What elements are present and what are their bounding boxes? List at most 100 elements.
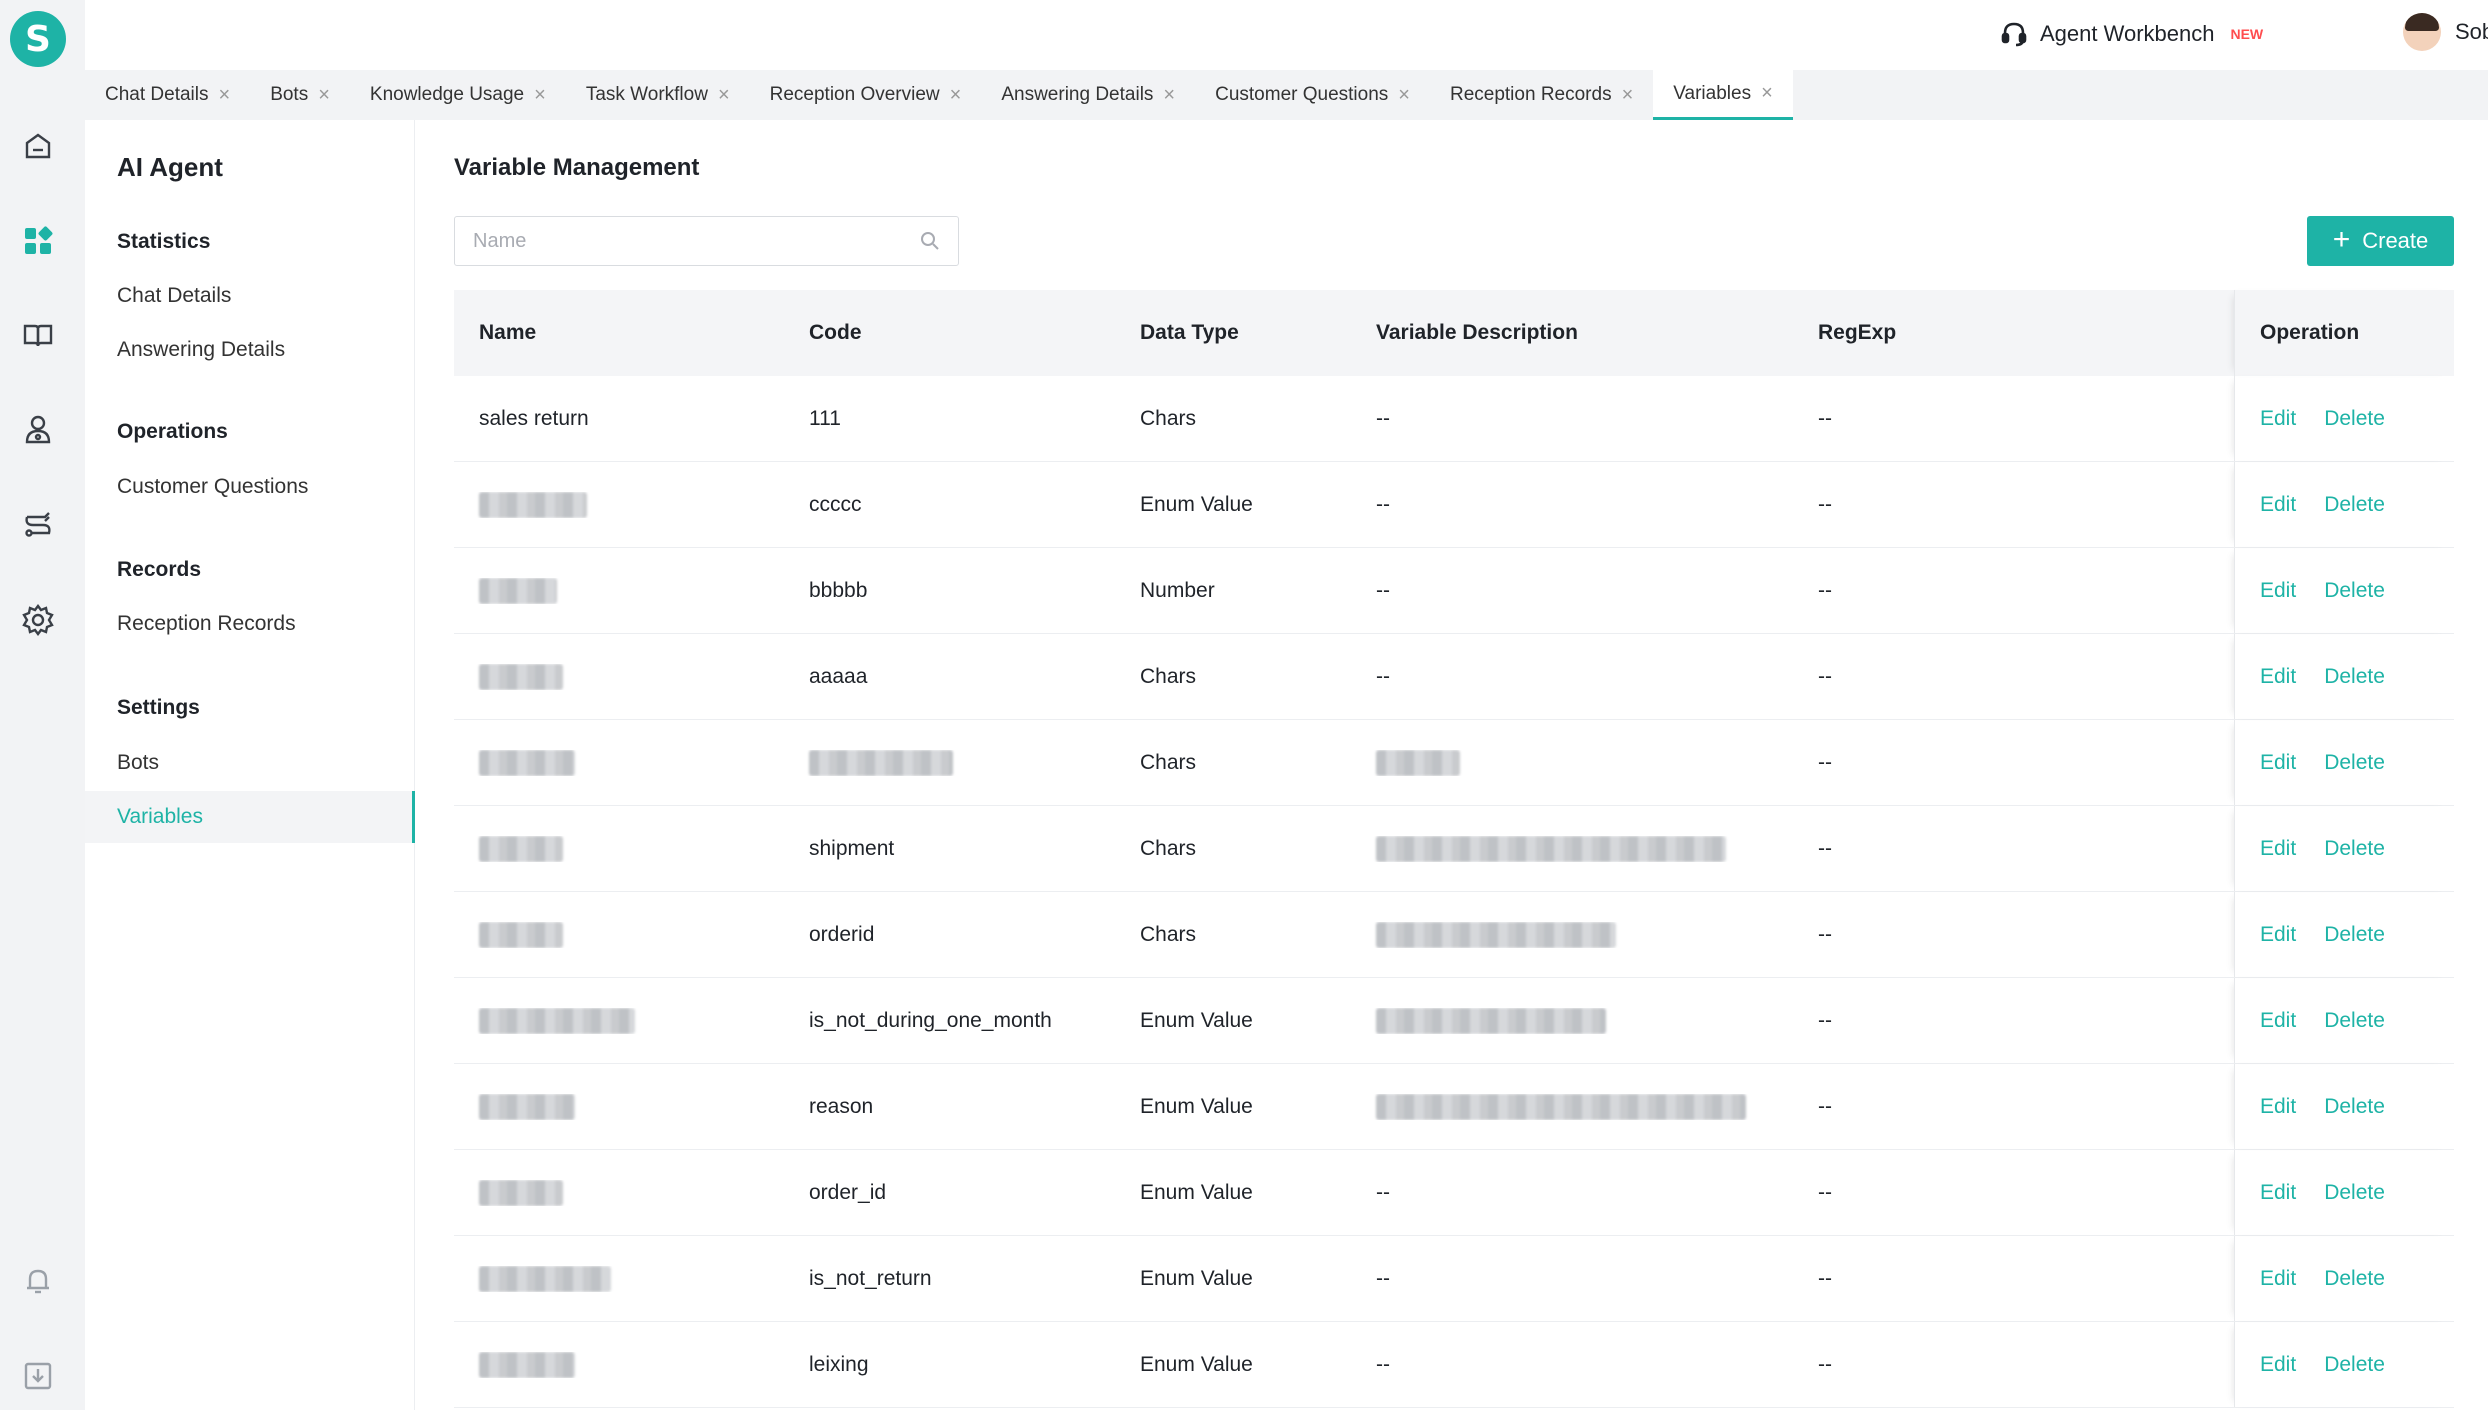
delete-link[interactable]: Delete <box>2324 1267 2385 1291</box>
edit-link[interactable]: Edit <box>2260 837 2296 861</box>
table-header: Name Code Data Type Variable Description… <box>454 290 2454 376</box>
edit-link[interactable]: Edit <box>2260 665 2296 689</box>
cell-name <box>454 1007 784 1034</box>
tab-label: Customer Questions <box>1215 84 1389 105</box>
user-name: Sobot <box>2455 19 2488 44</box>
cell-data-type: Enum Value <box>1140 1352 1253 1376</box>
dashboard-icon[interactable] <box>19 222 57 260</box>
search-box <box>454 216 959 266</box>
cell-operation: Edit Delete <box>2234 462 2454 547</box>
cell-data-type: Enum Value <box>1140 1094 1253 1118</box>
sidebar-item-customer-questions[interactable]: Customer Questions <box>85 461 415 513</box>
sidebar-title: AI Agent <box>117 152 223 182</box>
cell-regexp: -- <box>1818 664 1832 688</box>
sidebar-item-chat-details[interactable]: Chat Details <box>85 270 415 322</box>
edit-link[interactable]: Edit <box>2260 751 2296 775</box>
user-bot-icon[interactable] <box>19 411 57 449</box>
close-icon[interactable]: × <box>1761 82 1773 105</box>
close-icon[interactable]: × <box>950 84 962 107</box>
close-icon[interactable]: × <box>718 84 730 107</box>
create-button[interactable]: + Create <box>2307 216 2454 266</box>
column-header-code: Code <box>809 321 862 344</box>
delete-link[interactable]: Delete <box>2324 407 2385 431</box>
close-icon[interactable]: × <box>219 84 231 107</box>
close-icon[interactable]: × <box>534 84 546 107</box>
tab-label: Reception Overview <box>769 84 940 105</box>
cell-name <box>454 577 784 604</box>
cell-regexp: -- <box>1818 1266 1832 1290</box>
edit-link[interactable]: Edit <box>2260 1009 2296 1033</box>
edit-link[interactable]: Edit <box>2260 1181 2296 1205</box>
table-row: ccccc Enum Value -- -- Edit Delete <box>454 462 2454 548</box>
redacted-value <box>479 1265 611 1292</box>
delete-link[interactable]: Delete <box>2324 493 2385 517</box>
close-icon[interactable]: × <box>1398 84 1410 107</box>
cell-data-type: Number <box>1140 578 1215 602</box>
delete-link[interactable]: Delete <box>2324 751 2385 775</box>
tab-label: Variables <box>1673 82 1752 104</box>
home-icon[interactable] <box>19 127 57 165</box>
workflow-icon[interactable] <box>19 506 57 544</box>
edit-link[interactable]: Edit <box>2260 407 2296 431</box>
delete-link[interactable]: Delete <box>2324 837 2385 861</box>
delete-link[interactable]: Delete <box>2324 1353 2385 1377</box>
avatar <box>2403 13 2441 51</box>
close-icon[interactable]: × <box>1622 84 1634 107</box>
edit-link[interactable]: Edit <box>2260 493 2296 517</box>
redacted-value <box>479 1351 575 1378</box>
bell-icon[interactable] <box>19 1262 57 1300</box>
knowledge-book-icon[interactable] <box>19 316 57 354</box>
delete-link[interactable]: Delete <box>2324 1095 2385 1119</box>
cell-regexp: -- <box>1818 1008 1832 1032</box>
settings-gear-icon[interactable] <box>19 601 57 639</box>
tab-chat-details[interactable]: Chat Details × <box>85 70 250 120</box>
close-icon[interactable]: × <box>1163 84 1175 107</box>
edit-link[interactable]: Edit <box>2260 1267 2296 1291</box>
cell-name: sales return <box>479 406 589 430</box>
tab-knowledge-usage[interactable]: Knowledge Usage × <box>350 70 566 120</box>
table-row: shipment Chars -- Edit Delete <box>454 806 2454 892</box>
sidebar-item-bots[interactable]: Bots <box>85 737 415 789</box>
cell-data-type: Chars <box>1140 836 1197 860</box>
column-header-name: Name <box>479 321 537 344</box>
search-icon[interactable] <box>918 229 942 253</box>
sidebar-group-records: Records <box>117 558 202 581</box>
delete-link[interactable]: Delete <box>2324 579 2385 603</box>
cell-name <box>454 835 784 862</box>
tab-customer-questions[interactable]: Customer Questions × <box>1195 70 1430 120</box>
tab-reception-overview[interactable]: Reception Overview × <box>750 70 982 120</box>
delete-link[interactable]: Delete <box>2324 1009 2385 1033</box>
column-header-data-type: Data Type <box>1140 321 1239 344</box>
delete-link[interactable]: Delete <box>2324 1181 2385 1205</box>
redacted-value <box>479 1007 635 1034</box>
cell-regexp: -- <box>1818 750 1832 774</box>
cell-code: is_not_during_one_month <box>809 1008 1052 1032</box>
cell-operation: Edit Delete <box>2234 548 2454 633</box>
edit-link[interactable]: Edit <box>2260 1095 2296 1119</box>
delete-link[interactable]: Delete <box>2324 923 2385 947</box>
edit-link[interactable]: Edit <box>2260 923 2296 947</box>
agent-workbench-link[interactable]: Agent Workbench NEW <box>2000 16 2263 52</box>
tab-label: Reception Records <box>1449 84 1612 105</box>
close-icon[interactable]: × <box>318 84 330 107</box>
redacted-value <box>1376 835 1726 862</box>
search-input[interactable] <box>455 217 885 265</box>
cell-operation: Edit Delete <box>2234 1150 2454 1235</box>
tab-task-workflow[interactable]: Task Workflow × <box>566 70 750 120</box>
delete-link[interactable]: Delete <box>2324 665 2385 689</box>
tab-label: Task Workflow <box>585 84 708 105</box>
edit-link[interactable]: Edit <box>2260 1353 2296 1377</box>
tab-reception-records[interactable]: Reception Records × <box>1430 70 1653 120</box>
tab-bots[interactable]: Bots × <box>250 70 350 120</box>
sidebar-item-reception-records[interactable]: Reception Records <box>85 598 415 650</box>
tab-answering-details[interactable]: Answering Details × <box>981 70 1195 120</box>
sidebar-item-answering-details[interactable]: Answering Details <box>85 324 415 376</box>
table-row: sales return 111 Chars -- -- Edit Delete <box>454 376 2454 462</box>
user-menu[interactable]: Sobot ▼ <box>2403 12 2488 52</box>
variables-table: Name Code Data Type Variable Description… <box>454 290 2454 1408</box>
sobot-logo[interactable]: S <box>10 11 66 67</box>
download-icon[interactable] <box>19 1357 57 1395</box>
tab-variables[interactable]: Variables × <box>1653 70 1793 120</box>
sidebar-item-variables[interactable]: Variables <box>85 791 415 843</box>
edit-link[interactable]: Edit <box>2260 579 2296 603</box>
